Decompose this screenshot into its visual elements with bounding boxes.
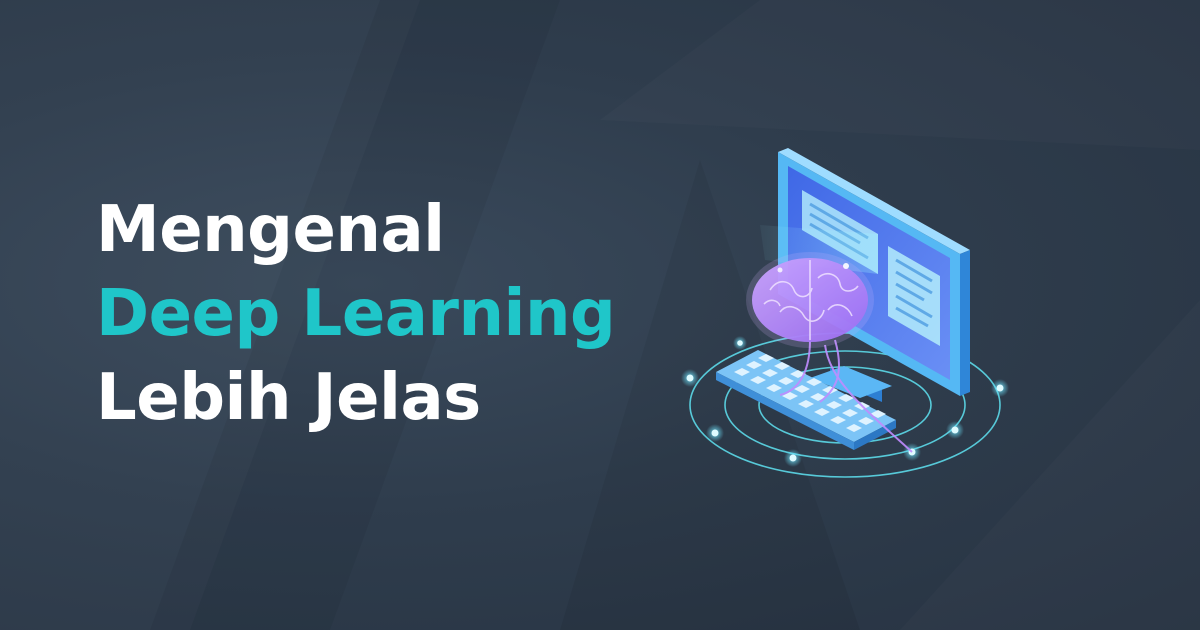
brain-icon [746,252,874,348]
headline-line-1: Mengenal [96,193,445,267]
deep-learning-illustration [681,148,1009,478]
headline-line-3: Lebih Jelas [96,361,481,435]
keyboard-icon [716,350,896,450]
headline-line-2-accent: Deep Learning [96,277,616,351]
headline: Mengenal Deep Learning Lebih Jelas [96,188,616,440]
